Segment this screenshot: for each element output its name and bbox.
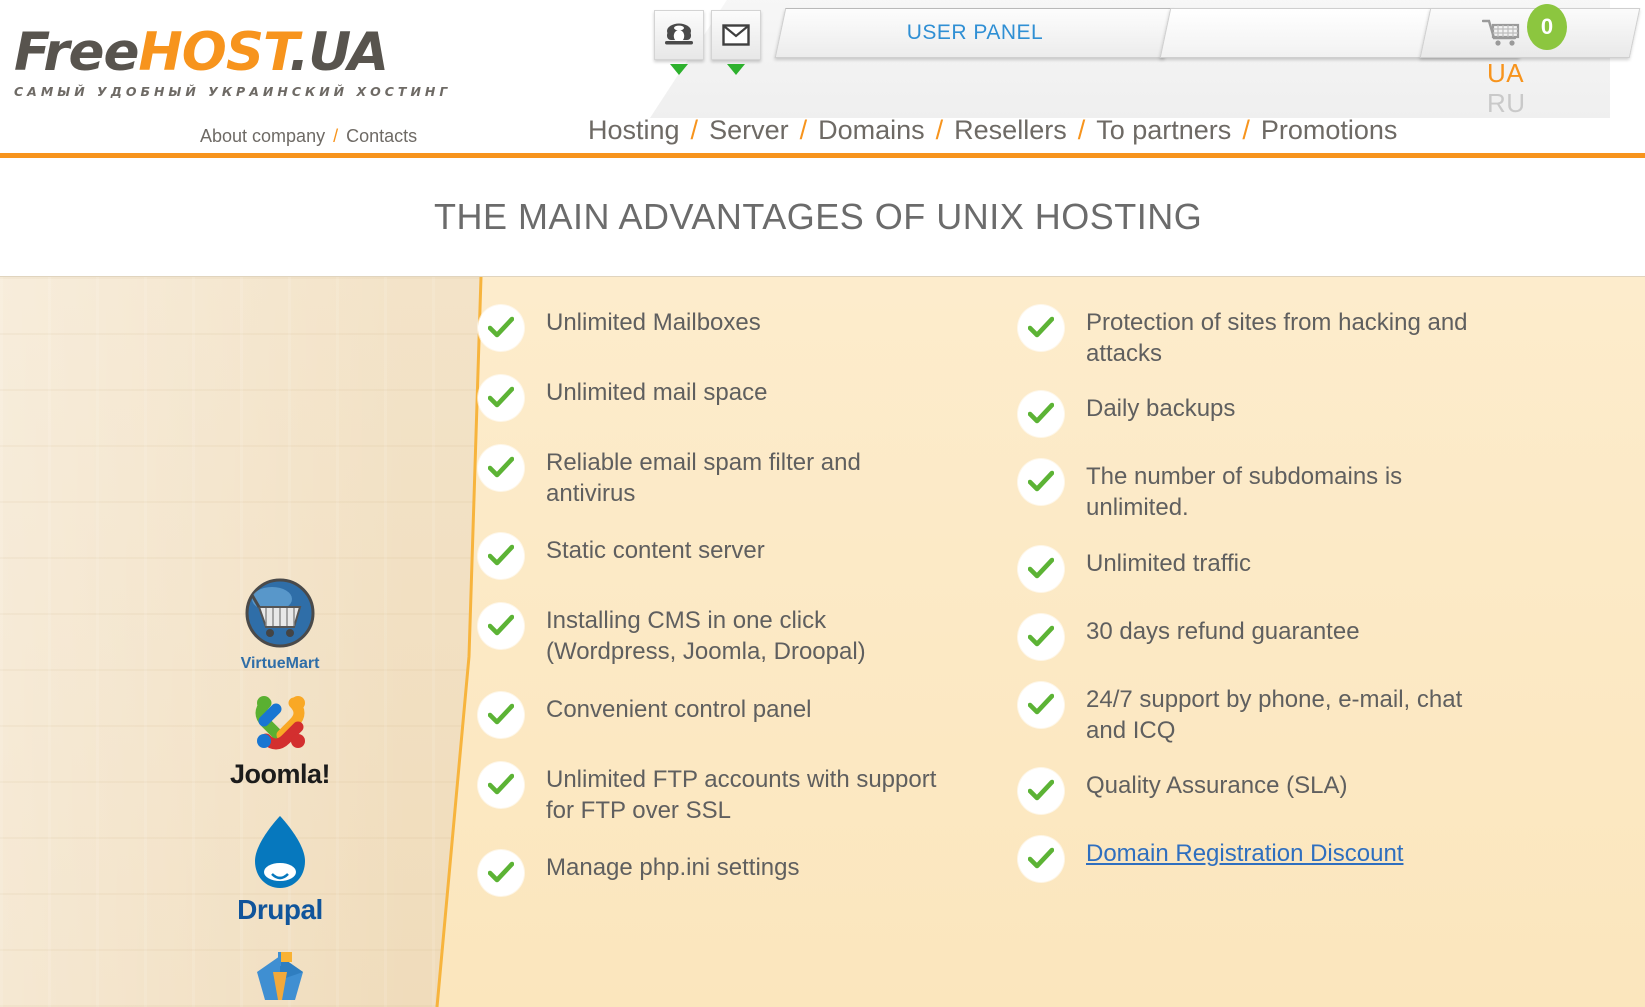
sub-link-separator: / [333,126,339,146]
phone-button[interactable] [654,10,704,60]
check-icon [478,305,524,351]
feature-item: Reliable email spam filter and antivirus [478,443,948,509]
feature-label: Unlimited Mailboxes [546,309,761,336]
nav-separator: / [935,115,944,145]
check-icon [1018,768,1064,815]
page-title: THE MAIN ADVANTAGES OF UNIX HOSTING [434,196,1203,237]
link-about-company[interactable]: About company [200,126,325,146]
feature-label: Unlimited traffic [1086,549,1251,577]
check-icon [478,375,524,421]
nav-item-promotions[interactable]: Promotions [1261,115,1398,145]
check-icon [1018,545,1064,592]
feature-label: Quality Assurance (SLA) [1086,772,1348,800]
language-switcher[interactable]: UA RU [1487,60,1547,116]
check-icon [478,603,524,650]
nav-separator: / [1077,115,1086,145]
feature-item: Installing CMS in one click (Wordpress, … [478,601,948,667]
check-icon [478,445,524,491]
site-header: FreeHOST.UA САМЫЙ УДОБНЫЙ УКРАИНСКИЙ ХОС… [0,0,1645,158]
feature-item: 24/7 support by phone, e-mail, chat and … [1018,680,1488,746]
nav-item-to-partners[interactable]: To partners [1096,115,1231,145]
logo-part-host: HOST [138,22,290,83]
nav-item-domains[interactable]: Domains [818,115,925,145]
mail-button[interactable] [711,10,761,60]
nav-separator: / [1242,115,1250,145]
feature-label: Unlimited mail space [546,379,768,406]
feature-item: Domain Registration Discount [1018,834,1488,883]
shopping-cart-icon [1481,18,1522,53]
feature-label: The number of subdomains is unlimited. [1086,463,1403,522]
feature-label: Protection of sites from hacking and att… [1086,309,1468,367]
feature-label: Reliable email spam filter and antivirus [546,449,861,507]
nav-item-server[interactable]: Server [709,115,789,145]
check-icon [1018,836,1064,883]
logo-wordmark: FreeHOST.UA [14,26,434,79]
main-navigation: Hosting / Server / Domains / Resellers / To part… [588,115,1397,146]
feature-label: 30 days refund guarantee [1086,617,1360,645]
feature-label: Daily backups [1086,395,1236,423]
feature-item: 30 days refund guarantee [1018,612,1488,660]
mail-icon [722,24,750,46]
feature-item: Protection of sites from hacking and att… [1018,303,1488,369]
language-ru[interactable]: RU [1487,90,1547,116]
nav-item-hosting[interactable]: Hosting [588,115,680,145]
feature-label: Unlimited FTP accounts with support for … [546,765,937,824]
check-icon [1018,305,1064,351]
feature-label: Static content server [546,537,765,565]
feature-item: Unlimited Mailboxes [478,303,948,351]
check-icon [1018,459,1064,506]
feature-lists: Unlimited Mailboxes Unlimited mail space… [0,277,1645,1007]
logo-part-ua: .UA [289,22,389,83]
check-icon [478,691,524,738]
nav-item-resellers[interactable]: Resellers [954,115,1067,145]
feature-label: Manage php.ini settings [546,854,800,882]
feature-item: Unlimited traffic [1018,544,1488,592]
feature-item: Static content server [478,531,948,580]
check-icon [1018,391,1064,438]
cart-count-badge: 0 [1527,4,1567,50]
site-logo[interactable]: FreeHOST.UA САМЫЙ УДОБНЫЙ УКРАИНСКИЙ ХОС… [14,26,452,99]
feature-column-left: Unlimited Mailboxes Unlimited mail space… [478,303,948,918]
check-icon [1018,613,1064,660]
domain-registration-discount-link[interactable]: Domain Registration Discount [1086,834,1403,870]
feature-label: 24/7 support by phone, e-mail, chat and … [1086,685,1463,744]
feature-item: Convenient control panel [478,690,948,738]
mail-dropdown-caret[interactable] [727,64,745,75]
check-icon [1018,681,1064,728]
phone-dropdown-caret[interactable] [670,64,688,75]
page-title-band: THE MAIN ADVANTAGES OF UNIX HOSTING [0,158,1645,276]
feature-item: The number of subdomains is unlimited. [1018,457,1488,523]
feature-item: Manage php.ini settings [478,848,948,897]
user-panel-label: USER PANEL [906,21,1044,44]
feature-item: Quality Assurance (SLA) [1018,766,1488,815]
language-ua[interactable]: UA [1487,60,1547,86]
link-contacts[interactable]: Contacts [346,126,417,146]
feature-item: Daily backups [1018,389,1488,438]
secondary-links: About company / Contacts [200,126,417,147]
check-icon [478,850,524,897]
logo-part-free: Free [14,22,139,83]
logo-tagline: САМЫЙ УДОБНЫЙ УКРАИНСКИЙ ХОСТИНГ [14,84,452,99]
feature-item: Unlimited FTP accounts with support for … [478,760,948,826]
phone-icon [665,23,693,45]
nav-separator: / [690,115,699,145]
feature-label: Installing CMS in one click (Wordpress, … [546,607,866,666]
feature-column-right: Protection of sites from hacking and att… [1018,303,1488,902]
check-icon [478,533,524,580]
content-area: VirtueMart Joomla! Drupal Unlimited Mail… [0,276,1645,1007]
feature-item: Unlimited mail space [478,373,948,421]
check-icon [478,761,524,808]
nav-separator: / [799,115,808,145]
feature-label: Convenient control panel [546,695,812,723]
